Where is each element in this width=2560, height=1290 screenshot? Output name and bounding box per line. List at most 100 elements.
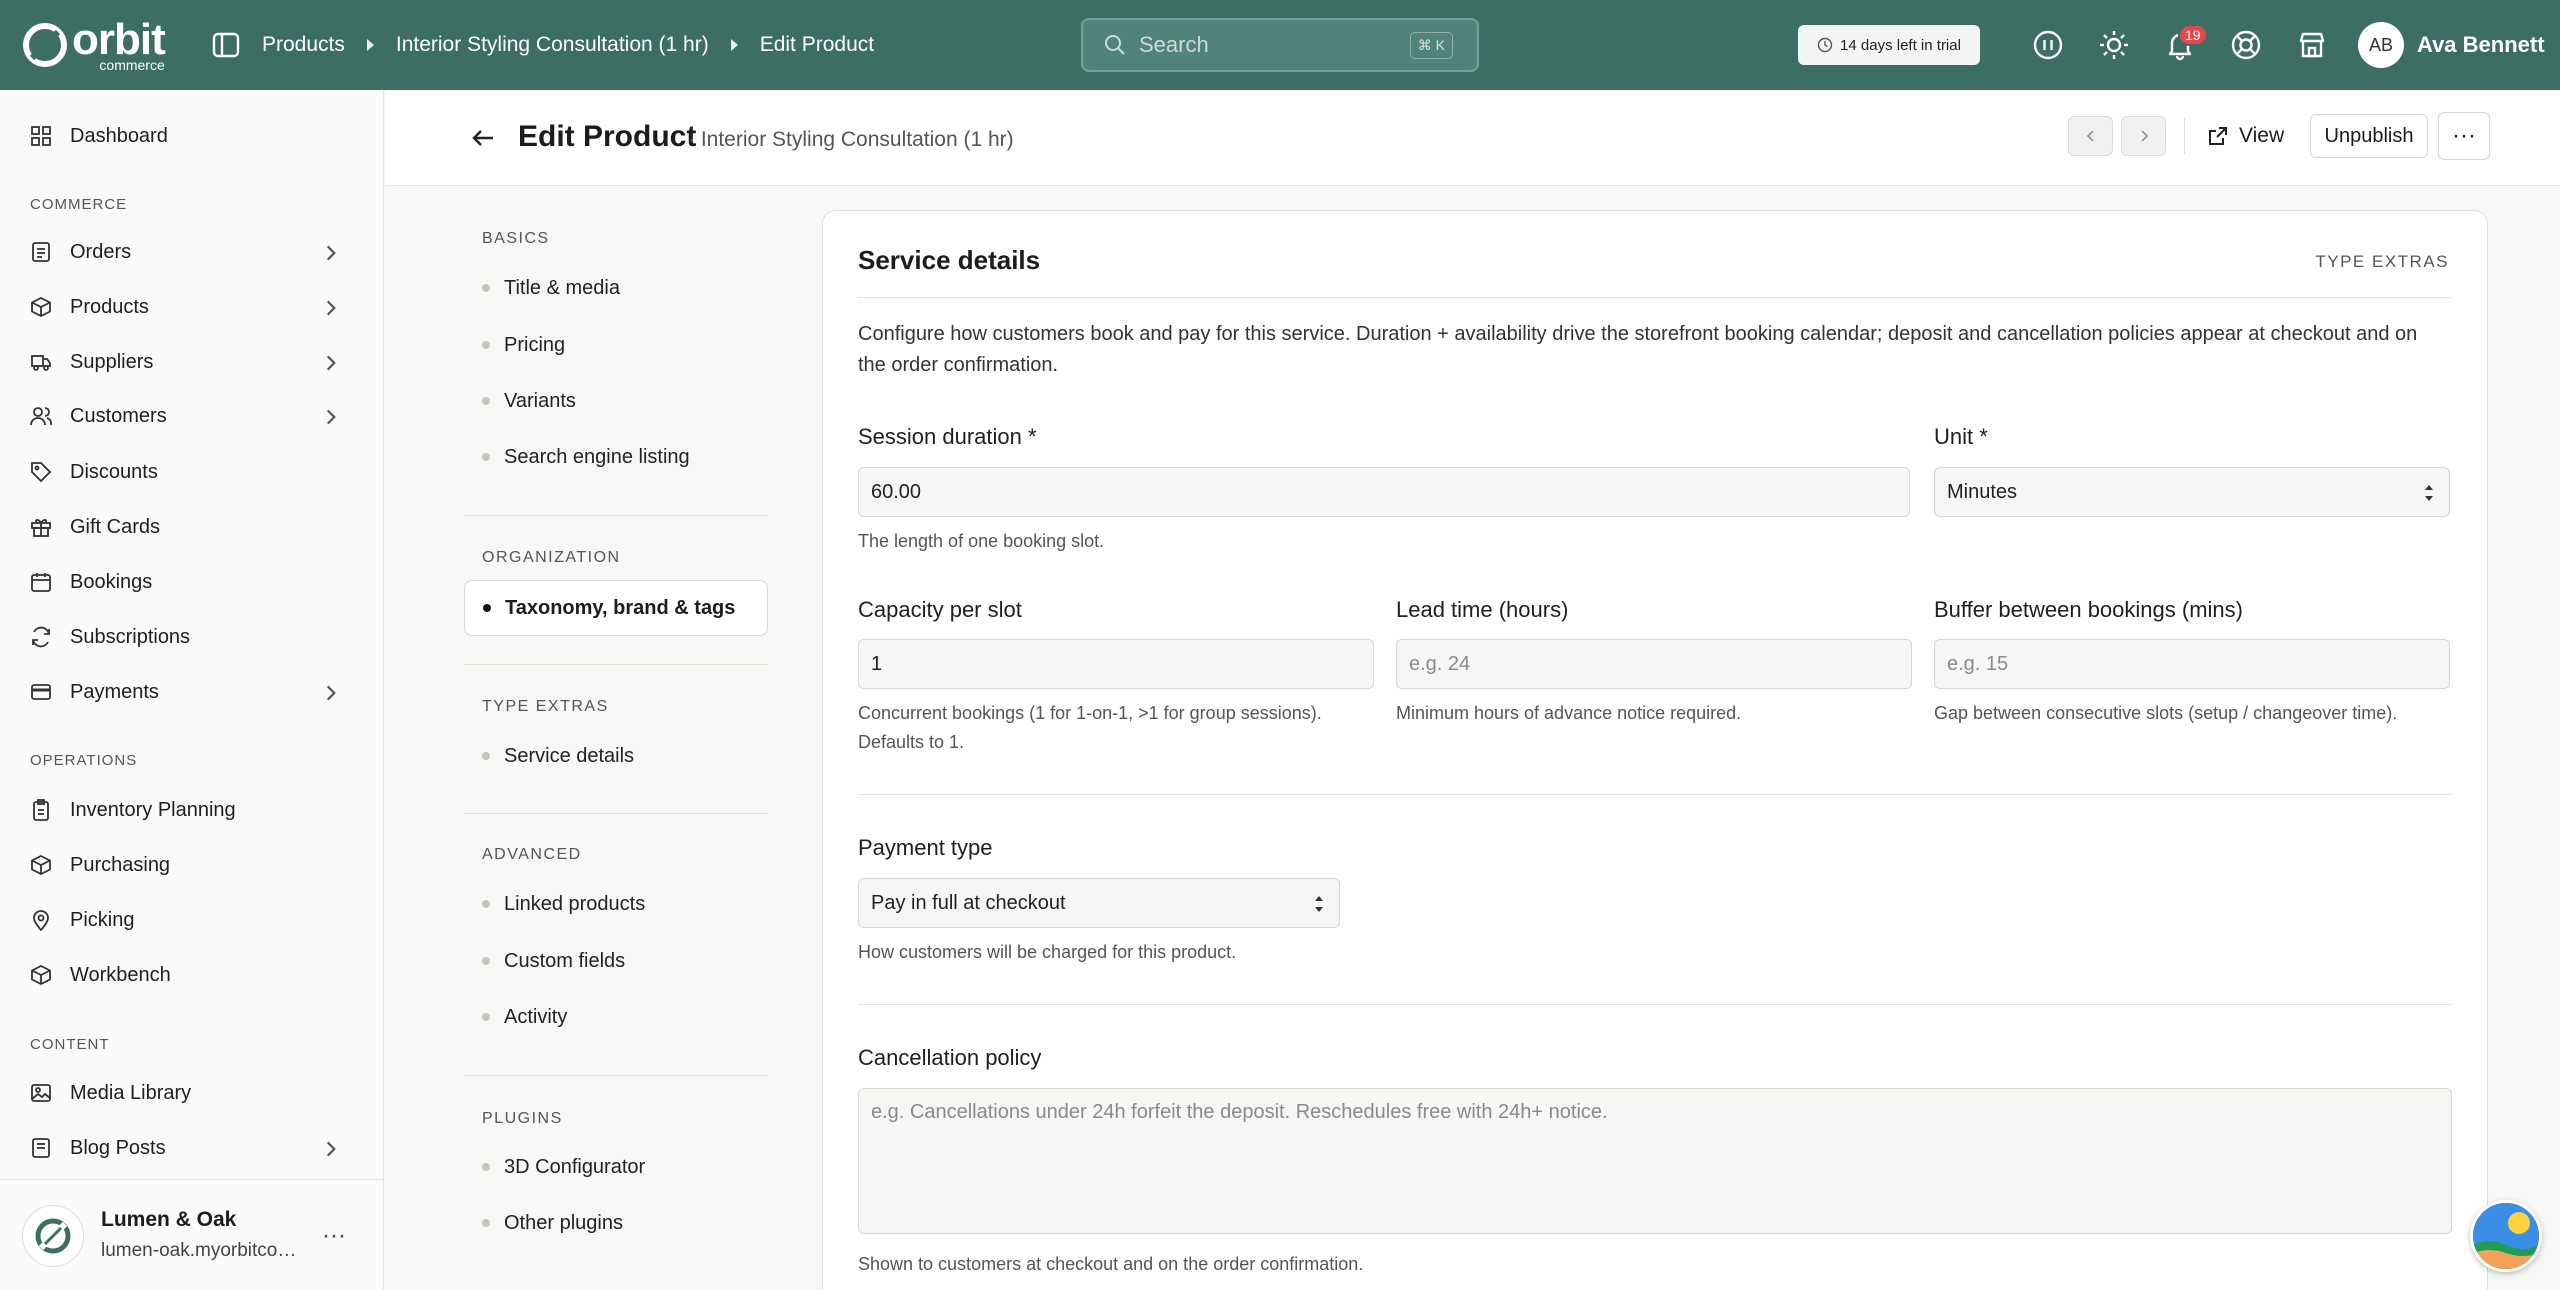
section-nav-divider (464, 515, 768, 516)
breadcrumb: Products Interior Styling Consultation (… (262, 0, 874, 90)
payment-type-label: Payment type (858, 835, 993, 860)
bullet-icon (482, 1013, 490, 1021)
payment-type-select[interactable]: Pay in full at checkout (858, 878, 1340, 928)
storefront-icon[interactable] (2294, 27, 2330, 63)
theme-sun-icon[interactable] (2096, 27, 2132, 63)
back-arrow-icon[interactable] (469, 124, 497, 152)
unit-label: Unit * (1934, 424, 1988, 449)
view-button-label: View (2239, 124, 2285, 147)
package-icon (31, 854, 51, 876)
header-divider (2184, 118, 2185, 154)
lead-time-help: Minimum hours of advance notice required… (1396, 703, 1742, 723)
more-actions-button[interactable]: ··· (2438, 112, 2490, 160)
store-switcher[interactable]: Lumen & Oak lumen-oak.myorbitcommerce.co… (0, 1179, 384, 1290)
section-nav-label: Activity (504, 1005, 568, 1028)
section-nav-item[interactable]: Variants (482, 383, 576, 419)
sidebar-item-bookings[interactable]: Bookings (30, 562, 360, 602)
section-nav-item[interactable]: Activity (482, 999, 567, 1035)
package-icon (31, 296, 51, 318)
section-nav-item[interactable]: Linked products (482, 886, 645, 922)
sidebar-item-label: Products (70, 295, 149, 318)
chevron-right-icon (326, 355, 336, 371)
capacity-help: Concurrent bookings (1 for 1-on-1, >1 fo… (858, 703, 1322, 752)
sidebar-toggle-icon[interactable] (210, 29, 242, 61)
section-nav-item[interactable]: Title & media (482, 270, 620, 306)
sidebar-item-gift-cards[interactable]: Gift Cards (30, 507, 360, 547)
sidebar-item-label: Discounts (70, 460, 158, 483)
trial-badge[interactable]: 14 days left in trial (1798, 25, 1980, 65)
help-lifebuoy-icon[interactable] (2228, 27, 2264, 63)
user-name[interactable]: Ava Bennett (2417, 32, 2545, 58)
previous-product-button[interactable] (2068, 116, 2113, 156)
next-product-button[interactable] (2121, 116, 2166, 156)
card-divider (858, 794, 2452, 795)
ai-assistant-icon[interactable] (2030, 27, 2066, 63)
sidebar-item-payments[interactable]: Payments (30, 672, 360, 712)
chevron-right-icon (326, 409, 336, 425)
orbit-logo-icon (23, 23, 67, 67)
sidebar-item-workbench[interactable]: Workbench (30, 955, 360, 995)
section-nav-item[interactable]: Search engine listing (482, 439, 690, 475)
clock-icon (1817, 37, 1833, 53)
bullet-icon (482, 1163, 490, 1171)
sidebar-item-purchasing[interactable]: Purchasing (30, 845, 360, 885)
refresh-icon (32, 626, 50, 648)
store-menu-icon[interactable]: ··· (322, 1222, 346, 1250)
orbit-logo-icon (35, 1218, 71, 1254)
users-icon (30, 407, 52, 426)
view-button[interactable]: View (2207, 114, 2284, 158)
unit-select[interactable]: Minutes (1934, 467, 2450, 517)
section-nav-item[interactable]: Pricing (482, 327, 565, 363)
unpublish-button[interactable]: Unpublish (2310, 114, 2428, 158)
sidebar-item-label: Picking (70, 908, 135, 931)
sidebar-item-inventory-planning[interactable]: Inventory Planning (30, 790, 360, 830)
sidebar-item-media-library[interactable]: Media Library (30, 1073, 360, 1113)
sidebar-item-dashboard[interactable]: Dashboard (30, 116, 360, 156)
sidebar-item-suppliers[interactable]: Suppliers (30, 342, 360, 382)
section-nav-organization-title: ORGANIZATION (482, 549, 621, 566)
brand-logo[interactable]: orbit commerce (22, 18, 212, 72)
cancellation-policy-field[interactable]: e.g. Cancellations under 24h forfeit the… (858, 1088, 2452, 1234)
calendar-icon (31, 573, 51, 592)
search-shortcut: ⌘ K (1409, 32, 1453, 59)
section-nav-advanced-title: ADVANCED (482, 846, 582, 863)
lead-time-field[interactable]: e.g. 24 (1396, 639, 1912, 689)
sidebar-item-discounts[interactable]: Discounts (30, 452, 360, 492)
bullet-icon (482, 341, 490, 349)
section-nav-plugins-title: PLUGINS (482, 1110, 563, 1127)
avatar[interactable]: AB (2358, 22, 2404, 68)
assistant-launcher-button[interactable] (2470, 1200, 2542, 1272)
section-nav-divider (464, 1075, 768, 1076)
section-nav-item-active[interactable]: Taxonomy, brand & tags (464, 580, 768, 636)
sidebar-item-customers[interactable]: Customers (30, 396, 360, 436)
sidebar-item-label: Suppliers (70, 350, 154, 373)
section-nav-item[interactable]: Other plugins (482, 1205, 623, 1241)
sidebar: Dashboard COMMERCE Orders Products Suppl… (0, 90, 384, 1290)
sidebar-item-blog-posts[interactable]: Blog Posts (30, 1128, 360, 1168)
bullet-icon (482, 1219, 490, 1227)
section-nav-item[interactable]: Service details (482, 738, 634, 774)
sidebar-item-products[interactable]: Products (30, 287, 360, 327)
page-header: Edit Product · Interior Styling Consulta… (385, 90, 2560, 186)
section-nav-item[interactable]: 3D Configurator (482, 1149, 645, 1185)
section-nav-item[interactable]: Custom fields (482, 943, 625, 979)
buffer-field[interactable]: e.g. 15 (1934, 639, 2450, 689)
breadcrumb-products[interactable]: Products (262, 33, 345, 57)
section-nav-label: Variants (504, 389, 576, 412)
search-input[interactable]: Search ⌘ K (1081, 18, 1479, 72)
sidebar-item-label: Workbench (70, 963, 171, 986)
store-logo (22, 1205, 84, 1267)
bullet-icon (483, 604, 491, 612)
capacity-field[interactable]: 1 (858, 639, 1374, 689)
map-pin-icon (33, 910, 49, 931)
sidebar-item-subscriptions[interactable]: Subscriptions (30, 617, 360, 657)
sidebar-item-picking[interactable]: Picking (30, 900, 360, 940)
sidebar-section-commerce: COMMERCE (30, 196, 128, 213)
session-duration-help: The length of one booking slot. (858, 531, 1105, 551)
document-icon (32, 1138, 50, 1158)
sidebar-item-orders[interactable]: Orders (30, 232, 360, 272)
section-nav-label: Other plugins (504, 1211, 623, 1234)
session-duration-label: Session duration * (858, 424, 1037, 449)
breadcrumb-product[interactable]: Interior Styling Consultation (1 hr) (396, 33, 709, 57)
session-duration-field[interactable]: 60.00 (858, 467, 1910, 517)
